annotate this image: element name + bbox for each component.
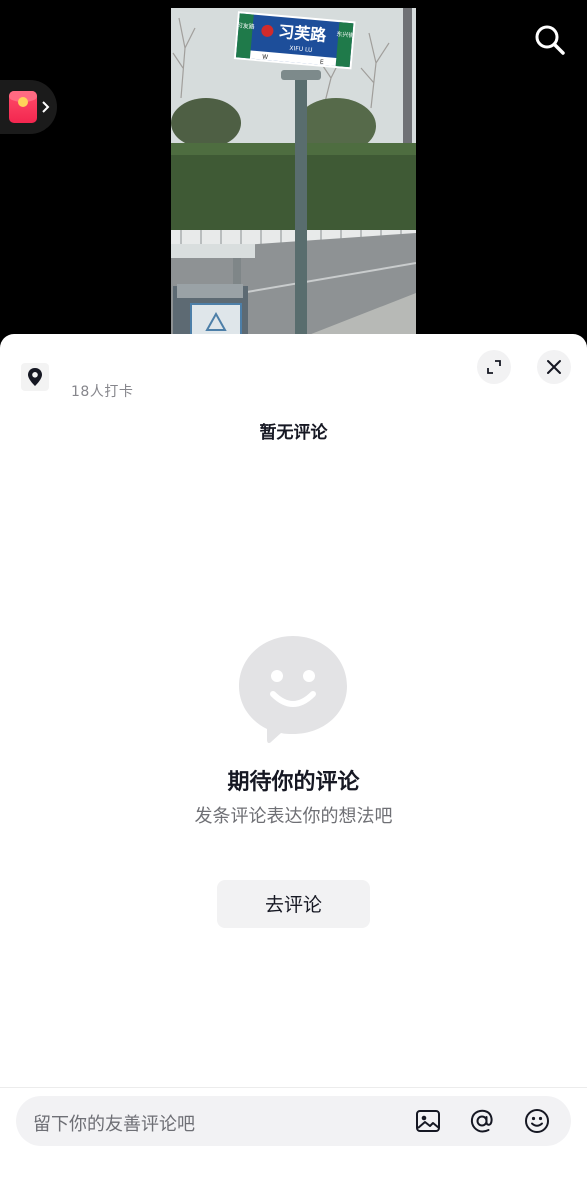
close-button[interactable]	[537, 350, 571, 384]
comment-input-placeholder[interactable]: 留下你的友善评论吧	[33, 1110, 195, 1136]
chevron-right-icon	[42, 101, 50, 113]
red-packet-entry[interactable]	[0, 80, 57, 134]
go-comment-button[interactable]: 去评论	[217, 880, 370, 928]
emoji-icon[interactable]	[523, 1107, 551, 1135]
location-pin-icon[interactable]	[21, 363, 49, 391]
empty-state-subtitle: 发条评论表达你的想法吧	[194, 806, 393, 827]
empty-state-title: 期待你的评论	[227, 770, 360, 795]
comments-header: 暂无评论	[259, 423, 328, 443]
sign-right-text: 东兴街	[336, 30, 355, 40]
comment-input-bar[interactable]: 留下你的友善评论吧	[16, 1096, 571, 1146]
street-sign-photo: 习芙路 XIFU LU 习友路 东兴街 W E	[171, 8, 416, 338]
close-icon	[547, 360, 561, 374]
at-icon[interactable]	[468, 1107, 496, 1135]
expand-icon	[487, 360, 501, 374]
expand-button[interactable]	[477, 350, 511, 384]
checkin-count: 18人打卡	[71, 384, 134, 400]
sign-west-text: W	[262, 54, 269, 61]
page: 习芙路 XIFU LU 习友路 东兴街 W E 18人打卡 暂无评论 期待你的评…	[0, 0, 587, 1200]
search-button[interactable]	[530, 20, 570, 60]
image-icon[interactable]	[414, 1107, 442, 1135]
red-packet-icon	[9, 91, 37, 123]
search-icon	[535, 25, 565, 55]
sign-left-text: 习友路	[236, 21, 255, 31]
video-player[interactable]: 习芙路 XIFU LU 习友路 东兴街 W E	[171, 8, 416, 338]
divider	[0, 1087, 587, 1088]
empty-comment-smile-icon	[239, 636, 347, 744]
comment-sheet: 18人打卡 暂无评论 期待你的评论 发条评论表达你的想法吧 去评论 留下你的友善…	[0, 334, 587, 1200]
